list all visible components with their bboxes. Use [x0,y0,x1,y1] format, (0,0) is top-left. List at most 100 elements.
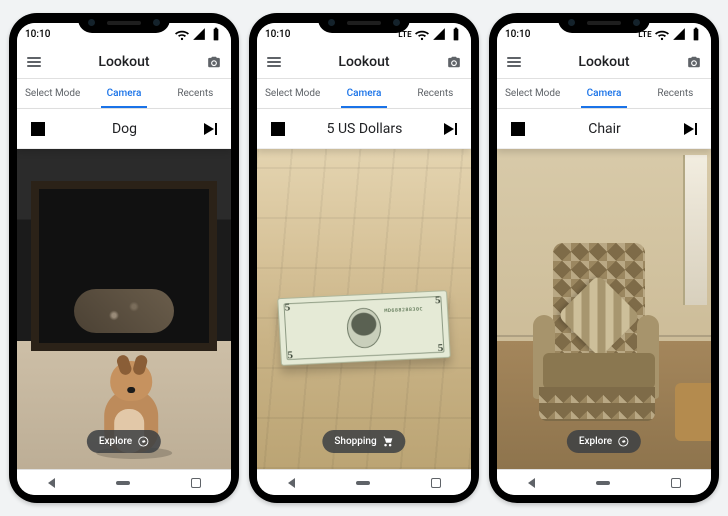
phone-screen: 10:10 LTE Lookout Select Mode Camera Rec… [257,23,471,495]
app-bar: Lookout [17,45,231,79]
nav-back-icon[interactable] [48,478,55,488]
menu-icon[interactable] [267,57,281,67]
system-nav-bar [497,469,711,495]
mode-pill[interactable]: Explore [567,430,641,453]
tab-bar: Select Mode Camera Recents [497,79,711,109]
tab-camera[interactable]: Camera [88,79,159,108]
bill-corner-value: 5 [284,302,290,313]
bill-corner-value: 5 [437,343,443,354]
status-time: 10:10 [505,29,530,40]
app-title: Lookout [338,54,389,70]
tab-bar: Select Mode Camera Recents [17,79,231,109]
scene-dog [17,149,231,469]
camera-viewfinder: Explore [17,149,231,469]
nav-home-icon[interactable] [596,481,610,485]
nav-back-icon[interactable] [288,478,295,488]
skip-next-icon[interactable] [204,123,217,135]
device-notch [318,13,410,33]
signal-icon [672,27,686,41]
fireplace-logs [74,289,174,333]
signal-icon [432,27,446,41]
camera-icon[interactable] [207,55,221,69]
nav-recent-icon[interactable] [431,478,441,488]
phone-mockup: 10:10 Lookout Select Mode Camera Recents… [9,13,239,503]
mode-pill[interactable]: Shopping [322,430,405,453]
front-camera-icon [153,19,160,26]
app-bar: Lookout [257,45,471,79]
app-title: Lookout [98,54,149,70]
scene-currency: 5 5 5 5 MD68828830C [257,149,471,469]
window-background [683,155,707,305]
camera-icon[interactable] [687,55,701,69]
speaker-grille [347,21,381,25]
app-title: Lookout [578,54,629,70]
signal-icon [192,27,206,41]
wifi-icon [175,27,189,41]
front-camera-icon [568,19,575,26]
scene-chair [497,149,711,469]
phone-screen: 10:10 Lookout Select Mode Camera Recents… [17,23,231,495]
five-dollar-bill: 5 5 5 5 MD68828830C [277,290,451,366]
skip-next-icon[interactable] [444,123,457,135]
front-camera-icon [328,19,335,26]
shopping-cart-icon [383,436,394,447]
phone-mockup: 10:10 LTE Lookout Select Mode Camera Rec… [489,13,719,503]
result-label: 5 US Dollars [293,121,436,137]
device-notch [558,13,650,33]
tab-camera[interactable]: Camera [328,79,399,108]
bill-corner-value: 5 [435,295,441,306]
battery-icon [209,27,223,41]
compass-icon [138,436,149,447]
tab-bar: Select Mode Camera Recents [257,79,471,109]
front-camera-icon [393,19,400,26]
phone-screen: 10:10 LTE Lookout Select Mode Camera Rec… [497,23,711,495]
fireplace-background [31,181,217,351]
nav-recent-icon[interactable] [191,478,201,488]
tab-camera[interactable]: Camera [568,79,639,108]
tab-recents[interactable]: Recents [160,79,231,108]
tab-select-mode[interactable]: Select Mode [257,79,328,108]
stop-icon[interactable] [511,122,525,136]
armchair-subject [525,243,665,443]
nav-home-icon[interactable] [116,481,130,485]
stop-icon[interactable] [31,122,45,136]
tab-recents[interactable]: Recents [640,79,711,108]
battery-icon [449,27,463,41]
mode-label: Shopping [334,436,376,447]
menu-icon[interactable] [27,57,41,67]
system-nav-bar [257,469,471,495]
wifi-icon [655,27,669,41]
camera-viewfinder: Explore [497,149,711,469]
status-time: 10:10 [265,29,290,40]
mode-pill[interactable]: Explore [87,430,161,453]
nav-home-icon[interactable] [356,481,370,485]
speaker-grille [107,21,141,25]
menu-icon[interactable] [507,57,521,67]
nav-back-icon[interactable] [528,478,535,488]
mode-label: Explore [99,436,132,447]
mode-label: Explore [579,436,612,447]
camera-viewfinder: 5 5 5 5 MD68828830C Shopping [257,149,471,469]
tab-select-mode[interactable]: Select Mode [497,79,568,108]
result-strip: Chair [497,109,711,149]
wifi-icon [415,27,429,41]
compass-icon [618,436,629,447]
phone-mockup: 10:10 LTE Lookout Select Mode Camera Rec… [249,13,479,503]
camera-icon[interactable] [447,55,461,69]
result-label: Chair [533,121,676,137]
system-nav-bar [17,469,231,495]
skip-next-icon[interactable] [684,123,697,135]
battery-icon [689,27,703,41]
result-label: Dog [53,121,196,137]
tab-select-mode[interactable]: Select Mode [17,79,88,108]
result-strip: Dog [17,109,231,149]
ottoman [675,383,711,441]
device-notch [78,13,170,33]
speaker-grille [587,21,621,25]
front-camera-icon [633,19,640,26]
tab-recents[interactable]: Recents [400,79,471,108]
stop-icon[interactable] [271,122,285,136]
nav-recent-icon[interactable] [671,478,681,488]
bill-corner-value: 5 [287,350,293,361]
app-bar: Lookout [497,45,711,79]
